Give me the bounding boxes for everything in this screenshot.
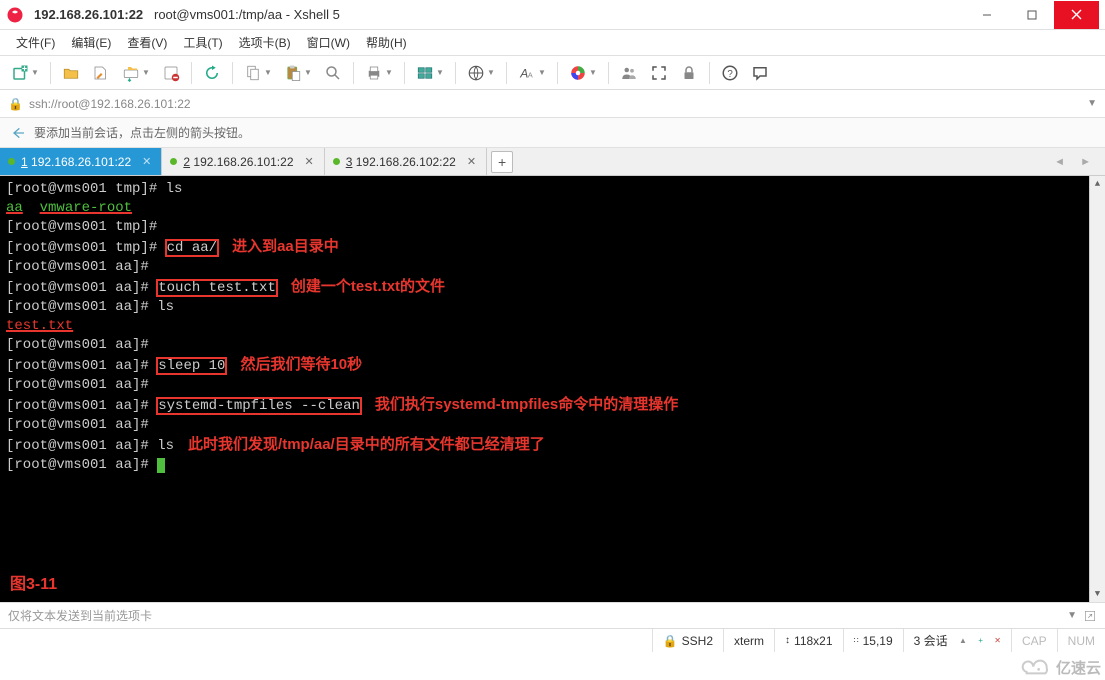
tab-close-icon[interactable]: ✕ (305, 155, 314, 168)
add-tab-button[interactable]: + (491, 151, 513, 173)
send-popup-icon[interactable] (1083, 609, 1097, 623)
figure-label: 图3-11 (10, 575, 57, 594)
new-session-button[interactable]: ▼ (6, 59, 44, 87)
menu-file[interactable]: 文件(F) (8, 32, 63, 53)
send-dropdown-icon[interactable]: ▼ (1067, 610, 1077, 621)
session-tab-2[interactable]: 2 192.168.26.101:22 ✕ (162, 148, 324, 175)
status-dot-icon (8, 158, 15, 165)
annotation: 我们执行systemd-tmpfiles命令中的清理操作 (375, 396, 678, 413)
close-icon[interactable]: ✕ (994, 636, 1001, 645)
disconnect-button[interactable] (157, 59, 185, 87)
annotation: 然后我们等待10秒 (240, 356, 362, 373)
status-term: xterm (723, 629, 774, 652)
session-tab-3[interactable]: 3 192.168.26.102:22 ✕ (325, 148, 487, 175)
address-bar: 🔒 ssh://root@192.168.26.101:22 ▼ (0, 90, 1105, 118)
reconnect-button[interactable] (198, 59, 226, 87)
tab-bar: 1 192.168.26.101:22 ✕ 2 192.168.26.101:2… (0, 148, 1105, 176)
menu-edit[interactable]: 编辑(E) (63, 32, 119, 53)
chat-button[interactable] (746, 59, 774, 87)
scroll-up-icon[interactable]: ▲ (1090, 176, 1105, 192)
menu-help[interactable]: 帮助(H) (358, 32, 415, 53)
menu-tools[interactable]: 工具(T) (175, 32, 230, 53)
lock-icon: 🔒 (663, 634, 678, 648)
add-icon[interactable]: + (978, 636, 983, 645)
menubar: 文件(F) 编辑(E) 查看(V) 工具(T) 选项卡(B) 窗口(W) 帮助(… (0, 30, 1105, 56)
terminal-line: [root@vms001 aa]# (6, 376, 1099, 395)
paste-button[interactable]: ▼ (279, 59, 317, 87)
watermark: 亿速云 (1020, 657, 1101, 678)
status-sessions: 3 会话 ▲ + ✕ (903, 629, 1011, 652)
copy-button[interactable]: ▼ (239, 59, 277, 87)
session-tab-1[interactable]: 1 192.168.26.101:22 ✕ (0, 148, 162, 175)
status-capslock: CAP (1011, 629, 1057, 652)
annotation: 此时我们发现/tmp/aa/目录中的所有文件都已经清理了 (188, 436, 545, 453)
terminal-line: [root@vms001 tmp]# cd aa/进入到aa目录中 (6, 237, 1099, 258)
scroll-down-icon[interactable]: ▼ (1090, 586, 1105, 602)
terminal-line: [root@vms001 tmp]# (6, 218, 1099, 237)
close-button[interactable] (1054, 1, 1099, 29)
terminal-line: test.txt (6, 317, 1099, 336)
address-dropdown[interactable]: ▼ (1087, 98, 1097, 109)
titlebar: 192.168.26.101:22 root@vms001:/tmp/aa - … (0, 0, 1105, 30)
tab-nav-arrows[interactable]: ◄ ► (1054, 156, 1097, 168)
terminal-line: [root@vms001 aa]# ls此时我们发现/tmp/aa/目录中的所有… (6, 435, 1099, 456)
add-session-arrow-icon[interactable] (10, 125, 26, 141)
watermark-logo-icon (1020, 658, 1052, 678)
annotation: 创建一个test.txt的文件 (291, 278, 445, 295)
terminal-line: [root@vms001 aa]# sleep 10然后我们等待10秒 (6, 355, 1099, 376)
terminal[interactable]: [root@vms001 tmp]# lsaa vmware-root[root… (0, 176, 1105, 602)
cursor (157, 458, 165, 473)
fullscreen-button[interactable] (645, 59, 673, 87)
terminal-line: [root@vms001 aa]# systemd-tmpfiles --cle… (6, 395, 1099, 416)
status-numlock: NUM (1057, 629, 1105, 652)
open-button[interactable] (57, 59, 85, 87)
terminal-line: [root@vms001 aa]# ls (6, 298, 1099, 317)
help-button[interactable]: ? (716, 59, 744, 87)
info-text: 要添加当前会话，点击左侧的箭头按钮。 (34, 124, 250, 141)
send-input[interactable]: 仅将文本发送到当前选项卡 (8, 607, 1061, 624)
tab-close-icon[interactable]: ✕ (467, 155, 476, 168)
menu-tabs[interactable]: 选项卡(B) (231, 32, 299, 53)
font-button[interactable]: AA▼ (513, 59, 551, 87)
status-bar: 🔒SSH2 xterm ↕ 118x21 ∷ 15,19 3 会话 ▲ + ✕ … (0, 628, 1105, 652)
terminal-scrollbar[interactable]: ▲ ▼ (1089, 176, 1105, 602)
terminal-line: aa vmware-root (6, 199, 1099, 218)
menu-window[interactable]: 窗口(W) (299, 32, 358, 53)
svg-text:A: A (528, 70, 533, 79)
toolbar: ▼ ▼ ▼ ▼ ▼ ▼ ▼ AA▼ ▼ ? (0, 56, 1105, 90)
svg-text:?: ? (727, 68, 733, 79)
terminal-line: [root@vms001 aa]# (6, 416, 1099, 435)
app-icon (6, 6, 24, 24)
properties-button[interactable] (87, 59, 115, 87)
window-title: 192.168.26.101:22 root@vms001:/tmp/aa - … (34, 7, 964, 22)
tab-close-icon[interactable]: ✕ (142, 155, 151, 168)
info-bar: 要添加当前会话，点击左侧的箭头按钮。 (0, 118, 1105, 148)
encoding-button[interactable]: ▼ (462, 59, 500, 87)
print-button[interactable]: ▼ (360, 59, 398, 87)
find-button[interactable] (319, 59, 347, 87)
terminal-line: [root@vms001 tmp]# ls (6, 180, 1099, 199)
send-bar: 仅将文本发送到当前选项卡 ▼ (0, 602, 1105, 628)
status-dot-icon (333, 158, 340, 165)
layout-button[interactable]: ▼ (411, 59, 449, 87)
status-cursor-pos: ∷ 15,19 (843, 629, 903, 652)
status-dot-icon (170, 158, 177, 165)
address-url[interactable]: ssh://root@192.168.26.101:22 (29, 97, 1081, 111)
annotation: 进入到aa目录中 (232, 238, 339, 255)
lock-button[interactable] (675, 59, 703, 87)
terminal-line: [root@vms001 aa]# (6, 456, 1099, 475)
menu-view[interactable]: 查看(V) (119, 32, 175, 53)
lock-icon: 🔒 (8, 97, 23, 111)
transfer-button[interactable]: ▼ (117, 59, 155, 87)
terminal-line: [root@vms001 aa]# (6, 336, 1099, 355)
status-protocol: 🔒SSH2 (652, 629, 723, 652)
status-size: ↕ 118x21 (774, 629, 842, 652)
maximize-button[interactable] (1009, 1, 1054, 29)
users-button[interactable] (615, 59, 643, 87)
terminal-line: [root@vms001 aa]# touch test.txt创建一个test… (6, 277, 1099, 298)
color-button[interactable]: ▼ (564, 59, 602, 87)
terminal-line: [root@vms001 aa]# (6, 258, 1099, 277)
minimize-button[interactable] (964, 1, 1009, 29)
svg-text:A: A (519, 66, 528, 80)
